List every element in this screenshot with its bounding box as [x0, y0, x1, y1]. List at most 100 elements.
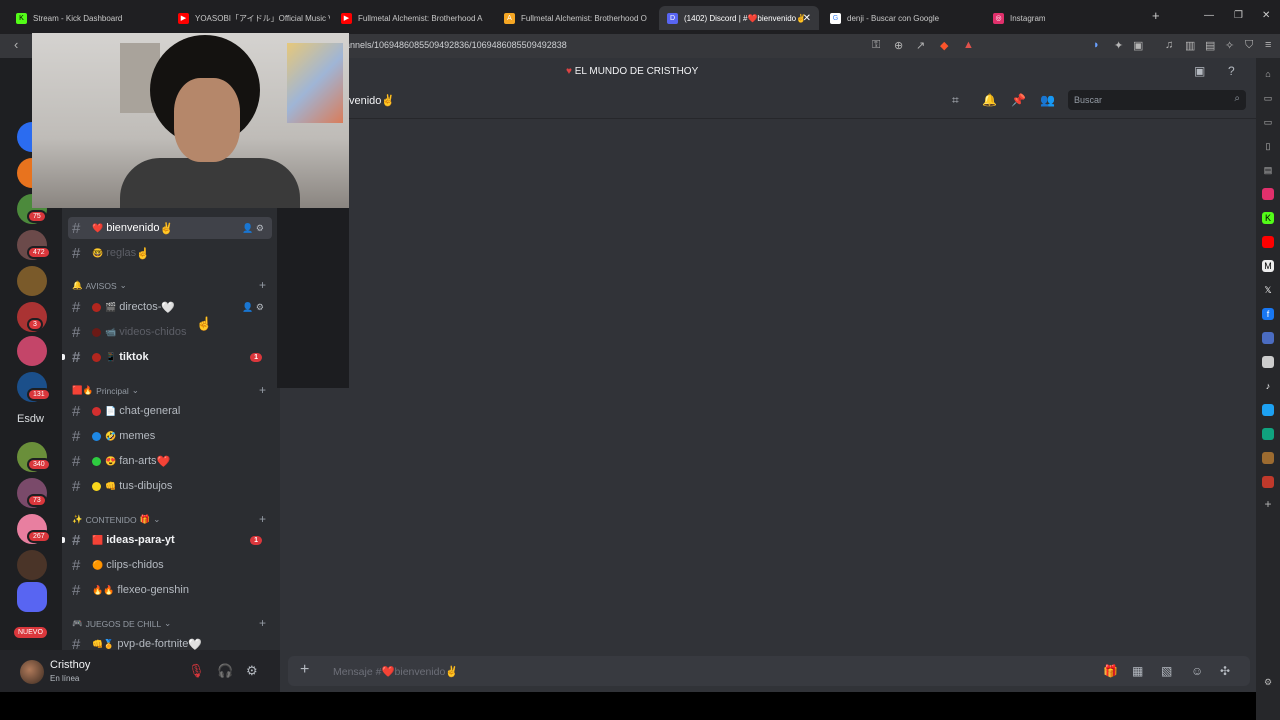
tab-crunchyroll[interactable]: A Fullmetal Alchemist: Brotherhood O [496, 6, 656, 30]
channel-settings-icon[interactable]: 👤 ⚙ [242, 302, 264, 313]
channel-tiktok[interactable]: # 📱 tiktok 1 [62, 346, 272, 368]
emoji-icon[interactable]: ☺ [1191, 664, 1203, 678]
channel-videos-chidos[interactable]: # 📹 videos-chidos [68, 321, 272, 343]
channel-name: ideas-para-yt [106, 534, 175, 546]
mic-muted-icon[interactable]: 🎙 [188, 663, 205, 679]
music-icon[interactable]: ♫ [1165, 39, 1173, 51]
url-text[interactable]: annels/1069486085509492836/1069486085509… [345, 40, 567, 50]
app-icon[interactable] [1262, 356, 1274, 368]
minimize-icon[interactable]: — [1204, 10, 1214, 21]
tiktok-icon[interactable]: ♪ [1262, 380, 1274, 392]
chat-icon[interactable]: ▭ [1262, 92, 1274, 104]
inbox-icon[interactable]: ▣ [1194, 64, 1205, 78]
shield-icon[interactable]: ⛉ [1245, 39, 1253, 52]
tab-google[interactable]: G denji - Buscar con Google [822, 6, 982, 30]
channel-chat-general[interactable]: # 📄 chat-general [68, 400, 272, 422]
message-composer[interactable]: + Mensaje #❤️bienvenido✌ 🎁 ▦ ▧ ☺ ✣ [288, 656, 1250, 686]
menu-icon[interactable]: ≡ [1265, 39, 1271, 51]
tab-youtube-fma[interactable]: ▶ Fullmetal Alchemist: Brotherhood A [333, 6, 493, 30]
new-tab-icon[interactable]: + [1152, 8, 1160, 23]
server-icon[interactable] [17, 550, 47, 580]
pin-icon[interactable]: 📌 [1011, 93, 1026, 107]
channel-tus-dibujos[interactable]: # 👊 tus-dibujos [68, 475, 272, 497]
app-icon[interactable] [1262, 452, 1274, 464]
app-icon[interactable] [1262, 476, 1274, 488]
close-tab-icon[interactable]: ✕ [803, 13, 811, 24]
x-icon[interactable]: 𝕏 [1262, 284, 1274, 296]
channel-clips-chidos[interactable]: # 🟠 clips-chidos [68, 554, 272, 576]
server-icon[interactable] [17, 266, 47, 296]
app-icon[interactable] [1262, 404, 1274, 416]
brave-icon[interactable]: ◆ [940, 39, 948, 52]
leo-icon[interactable]: ✧ [1225, 39, 1234, 52]
add-channel-icon[interactable]: + [259, 383, 266, 397]
message-input[interactable]: Mensaje #❤️bienvenido✌ [333, 665, 458, 678]
threads-icon[interactable]: ⌗ [952, 93, 959, 108]
tab-discord[interactable]: D (1402) Discord | #❤️bienvenido✌ ✕ [659, 6, 819, 30]
channel-ideas-para-yt[interactable]: # 🟥 ideas-para-yt 1 [62, 529, 272, 551]
zoom-icon[interactable]: ⊕ [894, 39, 903, 52]
add-attachment-icon[interactable]: + [300, 661, 309, 679]
channel-settings-icon[interactable]: 👤 ⚙ [242, 223, 264, 234]
gear-icon[interactable]: ⚙ [246, 663, 258, 679]
youtube-icon[interactable] [1262, 236, 1274, 248]
add-channel-icon[interactable]: + [259, 616, 266, 630]
google-icon: G [830, 12, 841, 24]
search-input[interactable]: Buscar ⌕ [1068, 90, 1246, 110]
rewards-icon[interactable]: ▲ [963, 39, 974, 51]
instagram-icon[interactable] [1262, 188, 1274, 200]
channel-header-title: venido✌ [349, 95, 396, 107]
maximize-icon[interactable]: ❐ [1234, 10, 1243, 21]
category-juegos-de-chill[interactable]: 🎮 JUEGOS DE CHILL ⌄ [72, 618, 171, 629]
share-icon[interactable]: ↗ [916, 39, 925, 52]
medium-icon[interactable]: M [1262, 260, 1274, 272]
channel-emoji: 👊 [105, 480, 117, 491]
gift-icon[interactable]: 🎁 [1103, 664, 1118, 678]
channel-emoji: 🔥🔥 [92, 584, 115, 595]
channel-memes[interactable]: # 🤣 memes [68, 425, 272, 447]
headphones-icon[interactable]: 🎧 [217, 663, 233, 679]
settings-icon[interactable]: ⚙ [1262, 676, 1274, 688]
tab-youtube-yoasobi[interactable]: ▶ YOASOBI「アイドル」Official Music Vid [170, 6, 330, 30]
server-text-icon[interactable]: Esdw [17, 413, 44, 425]
kick-icon[interactable]: K [1262, 212, 1274, 224]
member-list-icon[interactable]: 👥 [1040, 93, 1055, 107]
reading-list-icon[interactable]: ▤ [1262, 164, 1274, 176]
tab-instagram[interactable]: ◎ Instagram [985, 6, 1145, 30]
wallet-icon[interactable]: ▤ [1205, 39, 1215, 52]
channel-flexeo-genshin[interactable]: # 🔥🔥 flexeo-genshin [68, 579, 272, 601]
channel-reglas[interactable]: # 🤓 reglas ☝ [68, 242, 272, 264]
avatar[interactable] [20, 660, 44, 684]
facebook-icon[interactable]: f [1262, 308, 1274, 320]
category-avisos[interactable]: 🔔 AVISOS ⌄ [72, 280, 127, 291]
sticker-icon[interactable]: ▧ [1161, 664, 1172, 678]
screenshot-icon[interactable]: ▣ [1133, 39, 1143, 52]
chatgpt-icon[interactable] [1262, 428, 1274, 440]
sidebar-toggle-icon[interactable]: ▥ [1185, 39, 1195, 52]
gif-icon[interactable]: ▦ [1132, 664, 1143, 678]
add-icon[interactable]: + [1262, 497, 1274, 511]
server-icon[interactable] [17, 336, 47, 366]
username[interactable]: Cristhoy [50, 659, 90, 671]
pin-icon[interactable]: ⌂ [1262, 68, 1274, 80]
extension-icon[interactable]: ◗ [1093, 39, 1100, 51]
channel-fan-arts[interactable]: # 😍 fan-arts ❤️ [68, 450, 272, 472]
key-icon[interactable]: ⚿ [872, 39, 880, 52]
puzzle-icon[interactable]: ✦ [1114, 39, 1123, 52]
tab-kick[interactable]: K Stream - Kick Dashboard [8, 6, 168, 30]
bookmarks-icon[interactable]: ▯ [1262, 140, 1274, 152]
category-principal[interactable]: 🟥🔥 Principal ⌄ [72, 385, 139, 396]
back-icon[interactable]: ‹ [14, 37, 18, 52]
channel-directos[interactable]: # 🎬 directos- 🤍 👤 ⚙ [68, 296, 272, 318]
close-window-icon[interactable]: ✕ [1262, 10, 1270, 21]
discord-home-icon[interactable] [17, 582, 47, 612]
add-channel-icon[interactable]: + [259, 278, 266, 292]
tabs-icon[interactable]: ▭ [1262, 116, 1274, 128]
apps-icon[interactable]: ✣ [1220, 664, 1230, 678]
help-icon[interactable]: ? [1228, 64, 1235, 78]
add-channel-icon[interactable]: + [259, 512, 266, 526]
category-contenido[interactable]: ✨ CONTENIDO 🎁 ⌄ [72, 514, 160, 525]
channel-bienvenido[interactable]: # ❤️ bienvenido ✌ 👤 ⚙ [68, 217, 272, 239]
app-icon[interactable] [1262, 332, 1274, 344]
bell-icon[interactable]: 🔔 [982, 93, 997, 107]
